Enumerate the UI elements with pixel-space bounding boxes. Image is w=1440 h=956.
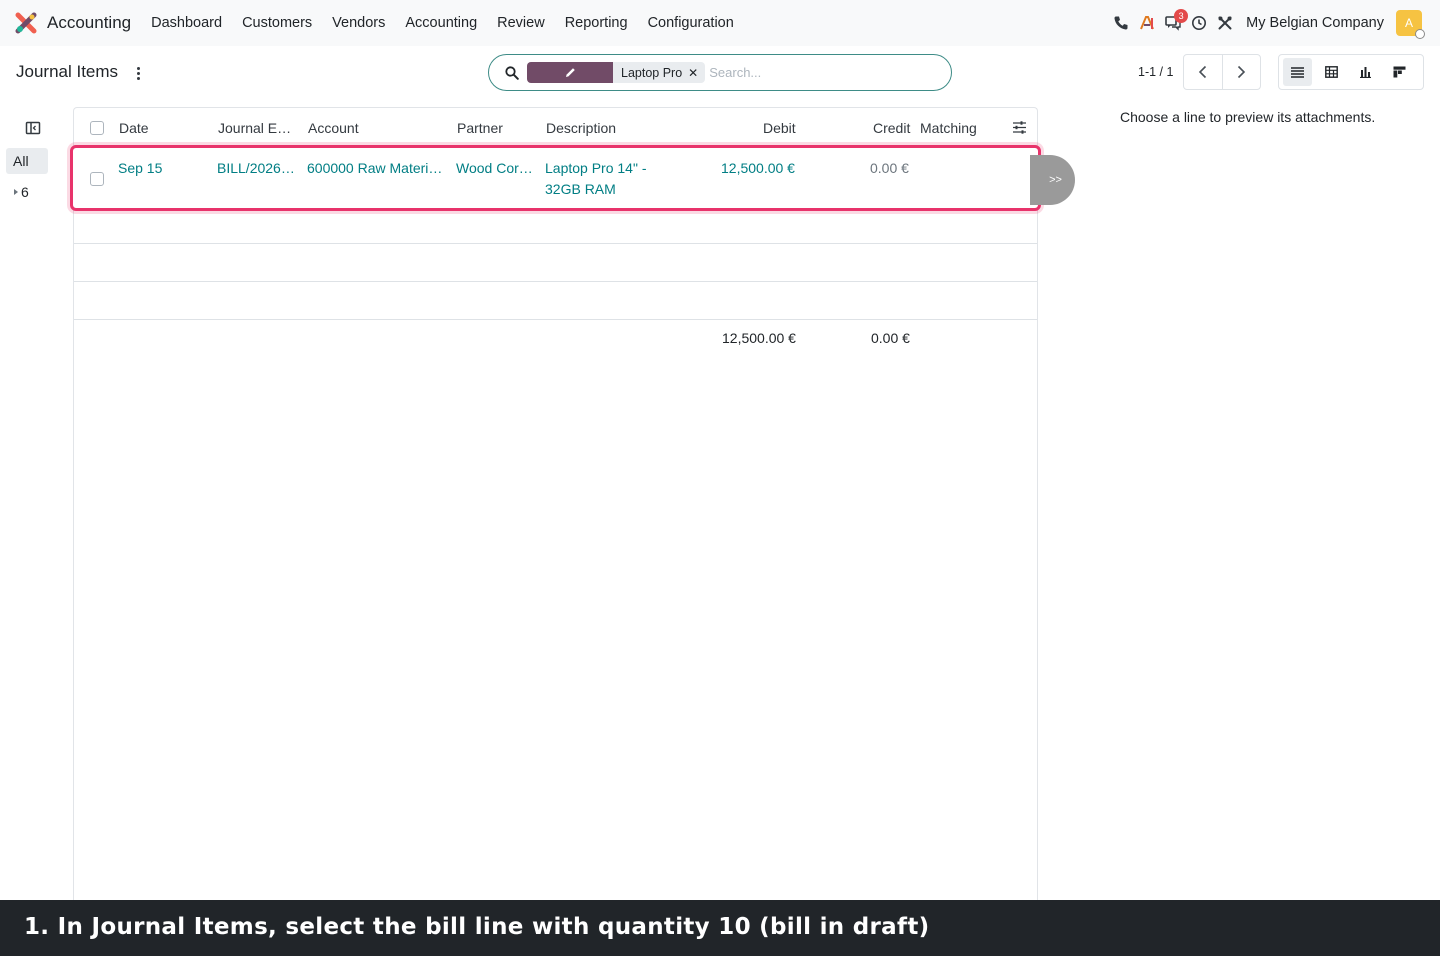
actions-menu-icon[interactable] <box>131 64 145 82</box>
header-matching[interactable]: Matching <box>920 120 977 136</box>
header-description[interactable]: Description <box>546 120 616 136</box>
empty-row-divider <box>74 281 1037 282</box>
table-row[interactable]: Sep 15 BILL/2026… 600000 Raw Materi… Woo… <box>70 145 1041 211</box>
chevron-left-icon <box>1198 65 1206 79</box>
accounting-logo-icon <box>15 12 37 34</box>
phone-icon[interactable] <box>1108 10 1134 36</box>
list-footer-divider <box>74 319 1037 320</box>
tools-icon[interactable] <box>1212 10 1238 36</box>
journal-items-list: Date Journal E… Account Partner Descript… <box>70 107 1041 900</box>
view-switcher <box>1278 54 1424 90</box>
caret-right-icon <box>14 189 18 195</box>
cell-date[interactable]: Sep 15 <box>118 160 162 176</box>
header-journal-entry[interactable]: Journal E… <box>218 120 291 136</box>
side-panel-group-label: 6 <box>21 184 29 200</box>
menu-dashboard[interactable]: Dashboard <box>141 15 232 31</box>
optional-columns-icon[interactable] <box>1012 120 1027 135</box>
cell-partner[interactable]: Wood Cor… <box>456 160 533 176</box>
app-brand[interactable]: Accounting <box>15 12 141 34</box>
cell-journal-entry[interactable]: BILL/2026… <box>217 160 295 176</box>
ai-icon[interactable] <box>1134 10 1160 36</box>
bar-chart-icon <box>1360 67 1371 78</box>
top-navbar: Accounting Dashboard Customers Vendors A… <box>0 0 1440 46</box>
header-date[interactable]: Date <box>119 120 149 136</box>
tutorial-caption: 1. In Journal Items, select the bill lin… <box>0 900 1440 956</box>
pager-next-button[interactable] <box>1221 55 1261 89</box>
pager-value[interactable]: 1-1 / 1 <box>1138 65 1173 79</box>
list-header: Date Journal E… Account Partner Descript… <box>74 108 1037 146</box>
attachment-preview-hint: Choose a line to preview its attachments… <box>1120 109 1376 125</box>
navbar-systray: 3 My Belgian Company A <box>1108 0 1425 46</box>
menu-customers[interactable]: Customers <box>232 15 322 31</box>
menu-configuration[interactable]: Configuration <box>638 15 744 31</box>
menu-vendors[interactable]: Vendors <box>322 15 395 31</box>
cell-description-line2[interactable]: 32GB RAM <box>545 181 616 197</box>
select-all-checkbox[interactable] <box>90 121 104 135</box>
app-name: Accounting <box>47 13 132 32</box>
pivot-view-button[interactable] <box>1317 58 1346 86</box>
menu-review[interactable]: Review <box>487 15 555 31</box>
search-bar[interactable]: Laptop Pro ✕ <box>488 54 952 91</box>
company-switcher[interactable]: My Belgian Company <box>1246 15 1384 31</box>
side-panel-toggle-icon[interactable] <box>25 120 41 136</box>
list-view-icon <box>1291 66 1304 78</box>
avatar-letter: A <box>1404 16 1413 30</box>
side-panel-all[interactable]: All <box>6 148 48 174</box>
cell-credit[interactable]: 0.00 € <box>870 160 909 176</box>
pencil-icon <box>565 68 575 77</box>
facet-value: Laptop Pro <box>621 65 683 80</box>
presence-status-icon <box>1415 29 1425 39</box>
page-title[interactable]: Journal Items <box>16 62 118 82</box>
user-avatar[interactable]: A <box>1396 10 1425 39</box>
chevron-right-icon <box>1238 65 1246 79</box>
header-partner[interactable]: Partner <box>457 120 503 136</box>
cell-debit[interactable]: 12,500.00 € <box>721 160 795 176</box>
menu-accounting[interactable]: Accounting <box>395 15 487 31</box>
side-panel-all-label: All <box>13 153 29 169</box>
kanban-view-icon <box>1393 66 1406 78</box>
list-view-button[interactable] <box>1283 58 1312 86</box>
facet-type <box>527 62 613 83</box>
expand-preview-button[interactable]: >> <box>1030 155 1075 205</box>
activity-clock-icon[interactable] <box>1186 10 1212 36</box>
header-account[interactable]: Account <box>308 120 359 136</box>
kanban-view-button[interactable] <box>1385 58 1414 86</box>
chat-icon[interactable]: 3 <box>1160 9 1189 36</box>
pager-previous-button[interactable] <box>1184 55 1222 89</box>
pivot-view-icon <box>1325 66 1338 78</box>
search-facet[interactable]: Laptop Pro ✕ <box>527 62 706 83</box>
menu-reporting[interactable]: Reporting <box>555 15 638 31</box>
header-debit[interactable]: Debit <box>763 120 796 136</box>
graph-view-button[interactable] <box>1351 58 1380 86</box>
search-icon[interactable] <box>505 65 519 80</box>
cell-account[interactable]: 600000 Raw Materi… <box>307 160 442 176</box>
facet-remove-icon[interactable]: ✕ <box>688 66 705 80</box>
row-checkbox[interactable] <box>90 172 104 186</box>
pager-buttons <box>1183 54 1261 90</box>
empty-row-divider <box>74 243 1037 244</box>
search-input[interactable] <box>709 65 910 80</box>
cell-description-line1[interactable]: Laptop Pro 14" - <box>545 160 646 176</box>
total-debit: 12,500.00 € <box>722 330 796 346</box>
header-credit[interactable]: Credit <box>873 120 910 136</box>
side-panel-group[interactable]: 6 <box>14 184 29 200</box>
total-credit: 0.00 € <box>871 330 910 346</box>
